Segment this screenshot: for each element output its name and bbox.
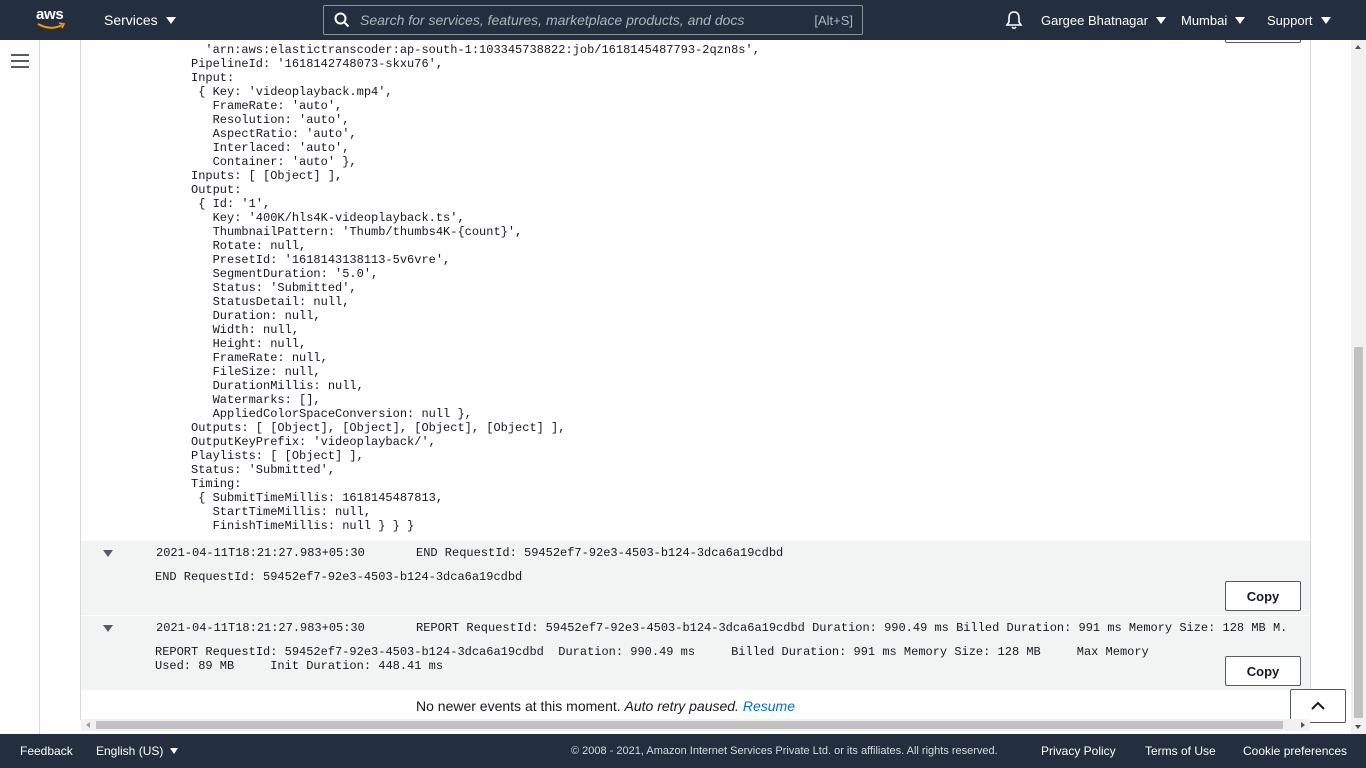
scroll-to-top-button[interactable] [1290, 689, 1346, 723]
copyright-text: © 2008 - 2021, Amazon Internet Services … [571, 745, 998, 757]
top-navbar: aws Services Search for services, featur… [0, 0, 1366, 40]
caret-down-icon [1320, 16, 1331, 24]
caret-down-icon [1155, 16, 1166, 24]
language-label: English (US) [96, 744, 164, 758]
event-message: REPORT RequestId: 59452ef7-92e3-4503-b12… [416, 621, 1288, 635]
scroll-right-icon[interactable] [1301, 722, 1305, 728]
caret-down-icon [1235, 16, 1246, 24]
user-menu[interactable]: Gargee Bhatnagar [1041, 0, 1166, 40]
vertical-scroll-thumb[interactable] [1354, 347, 1363, 718]
status-italic: Auto retry paused. [624, 698, 739, 714]
bell-icon[interactable] [1005, 10, 1023, 30]
caret-down-icon [165, 16, 176, 24]
aws-logo[interactable]: aws [36, 6, 70, 32]
vertical-scrollbar[interactable] [1351, 40, 1366, 734]
search-icon [324, 12, 360, 28]
chevron-up-icon [1311, 701, 1325, 710]
support-label: Support [1267, 12, 1313, 28]
event-timestamp: 2021-04-11T18:21:27.983+05:30 [156, 621, 365, 635]
footer: Feedback English (US) © 2008 - 2021, Ama… [0, 734, 1366, 768]
aws-logo-text: aws [36, 6, 64, 23]
horizontal-scroll-thumb[interactable] [96, 721, 1283, 729]
scroll-up-icon[interactable] [1355, 45, 1361, 49]
region-label: Mumbai [1181, 12, 1228, 28]
region-menu[interactable]: Mumbai [1181, 0, 1246, 40]
services-menu[interactable]: Services [104, 0, 176, 40]
caret-down-icon [170, 748, 179, 754]
log-event-row: 2021-04-11T18:21:27.983+05:30 REPORT Req… [81, 616, 1310, 690]
user-label: Gargee Bhatnagar [1041, 12, 1148, 28]
search-bar[interactable]: Search for services, features, marketpla… [323, 5, 863, 35]
copy-button[interactable]: Copy [1225, 656, 1301, 686]
event-timestamp: 2021-04-11T18:21:27.983+05:30 [156, 546, 365, 560]
copy-button[interactable]: Copy [1225, 581, 1301, 611]
terms-of-use-link[interactable]: Terms of Use [1145, 734, 1216, 768]
event-message: END RequestId: 59452ef7-92e3-4503-b124-3… [416, 546, 784, 560]
search-shortcut: [Alt+S] [814, 12, 853, 28]
support-menu[interactable]: Support [1267, 0, 1331, 40]
feedback-link[interactable]: Feedback [20, 734, 73, 768]
log-event-row: 2021-04-11T18:21:27.983+05:30 END Reques… [81, 541, 1310, 615]
search-input[interactable]: Search for services, features, marketpla… [360, 12, 814, 28]
sidebar [0, 40, 40, 734]
log-events-panel: 'arn:aws:elastictranscoder:ap-south-1:10… [80, 40, 1311, 720]
horizontal-scrollbar[interactable] [81, 719, 1310, 731]
event-detail: END RequestId: 59452ef7-92e3-4503-b124-3… [155, 570, 523, 584]
scroll-down-icon[interactable] [1355, 725, 1361, 729]
cookie-preferences-link[interactable]: Cookie preferences [1243, 734, 1347, 768]
resume-link[interactable]: Resume [743, 698, 795, 714]
status-text: No newer events at this moment. [416, 698, 625, 714]
services-label: Services [104, 12, 158, 28]
language-selector[interactable]: English (US) [96, 734, 179, 768]
scroll-left-icon[interactable] [86, 722, 90, 728]
copy-button[interactable] [1225, 40, 1301, 43]
triangle-down-icon[interactable] [103, 625, 113, 632]
status-message: No newer events at this moment. Auto ret… [416, 698, 795, 714]
event-detail: REPORT RequestId: 59452ef7-92e3-4503-b12… [155, 645, 1149, 673]
triangle-down-icon[interactable] [103, 550, 113, 557]
aws-smile-icon [37, 22, 66, 29]
log-message-detail: 'arn:aws:elastictranscoder:ap-south-1:10… [191, 43, 760, 533]
privacy-policy-link[interactable]: Privacy Policy [1041, 734, 1116, 768]
hamburger-menu-icon[interactable] [11, 54, 29, 68]
